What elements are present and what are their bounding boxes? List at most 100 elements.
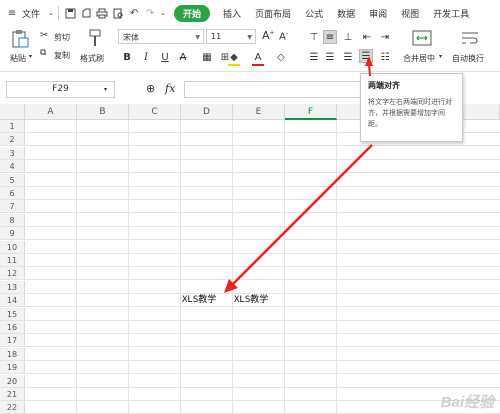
row-header-5[interactable]: 5 bbox=[0, 173, 25, 187]
font-color-icon[interactable]: A bbox=[251, 50, 265, 64]
column-header-b[interactable]: B bbox=[77, 104, 129, 120]
print-icon[interactable] bbox=[94, 5, 110, 21]
format-painter-button[interactable]: 格式刷 bbox=[80, 53, 104, 64]
row-header-20[interactable]: 20 bbox=[0, 374, 25, 388]
font-color-bar bbox=[252, 64, 264, 66]
row-header-19[interactable]: 19 bbox=[0, 361, 25, 375]
tab-formulas[interactable]: 公式 bbox=[298, 7, 330, 20]
row-header-14[interactable]: 14 bbox=[0, 294, 25, 308]
font-size-select[interactable]: 11 ▼ bbox=[206, 29, 256, 44]
indent-increase-icon[interactable]: ⇥ bbox=[378, 30, 392, 44]
undo-icon[interactable]: ↶ bbox=[126, 5, 142, 21]
redo-icon[interactable]: ↷ bbox=[142, 5, 158, 21]
tab-page-layout[interactable]: 页面布局 bbox=[248, 7, 298, 20]
underline-button[interactable]: U bbox=[158, 50, 172, 64]
tab-review[interactable]: 审阅 bbox=[362, 7, 394, 20]
column-header-f[interactable]: F bbox=[285, 104, 337, 120]
row-header-7[interactable]: 7 bbox=[0, 200, 25, 214]
paste-icon[interactable] bbox=[10, 30, 30, 48]
save-icon[interactable] bbox=[62, 5, 78, 21]
hamburger-menu-icon[interactable]: ≡ bbox=[4, 5, 20, 21]
formula-input[interactable] bbox=[184, 81, 364, 98]
format-painter-icon[interactable] bbox=[86, 29, 106, 47]
strikethrough-button[interactable]: A bbox=[176, 50, 190, 64]
grid-hline bbox=[25, 252, 500, 254]
row-header-8[interactable]: 8 bbox=[0, 213, 25, 227]
tab-data[interactable]: 数据 bbox=[330, 7, 362, 20]
chevron-down-icon[interactable]: ▾ bbox=[104, 86, 107, 93]
grid-hline bbox=[25, 346, 500, 348]
select-all-corner[interactable] bbox=[0, 104, 25, 120]
column-header-a[interactable]: A bbox=[25, 104, 77, 120]
distributed-align-icon[interactable]: ☷ bbox=[378, 50, 392, 64]
fill-color-icon[interactable]: ◆ bbox=[227, 50, 241, 64]
tab-insert[interactable]: 插入 bbox=[216, 7, 248, 20]
cell-d14[interactable]: XLS教学 bbox=[182, 292, 216, 305]
row-header-18[interactable]: 18 bbox=[0, 347, 25, 361]
tab-developer[interactable]: 开发工具 bbox=[426, 7, 476, 20]
row-header-11[interactable]: 11 bbox=[0, 254, 25, 267]
row-header-13[interactable]: 13 bbox=[0, 280, 25, 294]
export-icon[interactable] bbox=[78, 5, 94, 21]
tab-home[interactable]: 开始 bbox=[174, 4, 211, 22]
watermark-logo: Bai经验 bbox=[440, 394, 494, 411]
menu-file[interactable]: 文件 bbox=[20, 7, 47, 20]
increase-font-icon[interactable]: A+ bbox=[262, 29, 275, 42]
row-header-1[interactable]: 1 bbox=[0, 120, 25, 133]
row-header-15[interactable]: 15 bbox=[0, 307, 25, 321]
row-header-10[interactable]: 10 bbox=[0, 240, 25, 254]
borders-icon[interactable]: ▦ bbox=[200, 50, 214, 64]
chevron-down-icon[interactable]: ⌄ bbox=[47, 5, 55, 21]
column-header-e[interactable]: E bbox=[233, 104, 285, 120]
row-header-4[interactable]: 4 bbox=[0, 160, 25, 174]
row-header-9[interactable]: 9 bbox=[0, 227, 25, 241]
cell-e14[interactable]: XLS教学 bbox=[234, 292, 268, 305]
column-header-d[interactable]: D bbox=[181, 104, 233, 120]
wrap-text-button[interactable]: 自动换行 bbox=[452, 53, 484, 64]
justify-tooltip: 两端对齐 将文字左右两端同时进行对齐，并根据需要增加字间距。 bbox=[360, 73, 463, 142]
chevron-down-icon[interactable]: ⌄ bbox=[158, 5, 168, 21]
align-left-icon[interactable]: ☰ bbox=[307, 50, 321, 64]
font-name-select[interactable]: 宋体 ▼ bbox=[118, 29, 204, 44]
row-header-17[interactable]: 17 bbox=[0, 334, 25, 348]
font-name-value: 宋体 bbox=[123, 33, 139, 42]
cut-icon[interactable]: ✂ bbox=[40, 30, 48, 41]
indent-decrease-icon[interactable]: ⇤ bbox=[360, 30, 374, 44]
row-header-21[interactable]: 21 bbox=[0, 388, 25, 401]
grid-hline bbox=[25, 145, 500, 147]
cut-button[interactable]: 剪切 bbox=[54, 32, 70, 43]
align-middle-icon[interactable]: ≡ bbox=[323, 30, 337, 44]
merge-center-icon[interactable] bbox=[412, 30, 432, 48]
row-header-16[interactable]: 16 bbox=[0, 321, 25, 334]
justify-button[interactable]: ☰ bbox=[359, 49, 373, 63]
clear-format-icon[interactable]: ◇ bbox=[274, 50, 288, 64]
row-header-2[interactable]: 2 bbox=[0, 133, 25, 147]
zoom-icon[interactable]: ⊕ bbox=[146, 82, 155, 95]
grid-hline bbox=[25, 158, 500, 160]
align-center-icon[interactable]: ☰ bbox=[323, 50, 337, 64]
print-preview-icon[interactable] bbox=[110, 5, 126, 21]
bold-button[interactable]: B bbox=[120, 50, 134, 64]
row-header-6[interactable]: 6 bbox=[0, 187, 25, 200]
wrap-text-icon[interactable] bbox=[460, 30, 480, 48]
copy-button[interactable]: 复制 bbox=[54, 50, 70, 61]
column-header-c[interactable]: C bbox=[129, 104, 181, 120]
align-right-icon[interactable]: ☰ bbox=[341, 50, 355, 64]
row-header-12[interactable]: 12 bbox=[0, 267, 25, 281]
align-top-icon[interactable]: ⊤ bbox=[307, 30, 321, 44]
italic-button[interactable]: I bbox=[139, 50, 153, 64]
row-header-22[interactable]: 22 bbox=[0, 401, 25, 414]
name-box-value: F29 bbox=[52, 84, 69, 94]
decrease-font-icon[interactable]: A- bbox=[279, 30, 288, 42]
copy-icon[interactable]: ⧉ bbox=[40, 48, 46, 58]
tab-view[interactable]: 视图 bbox=[394, 7, 426, 20]
chevron-down-icon[interactable]: ▾ bbox=[29, 53, 32, 60]
chevron-down-icon[interactable]: ▾ bbox=[439, 53, 442, 60]
name-box[interactable]: F29 bbox=[6, 81, 115, 98]
row-header-3[interactable]: 3 bbox=[0, 146, 25, 160]
paste-button-label[interactable]: 粘贴 bbox=[10, 53, 26, 64]
grid-hline bbox=[25, 172, 500, 174]
merge-center-button[interactable]: 合并居中 bbox=[403, 53, 435, 64]
align-bottom-icon[interactable]: ⊥ bbox=[341, 30, 355, 44]
fx-icon[interactable]: fx bbox=[165, 82, 175, 95]
